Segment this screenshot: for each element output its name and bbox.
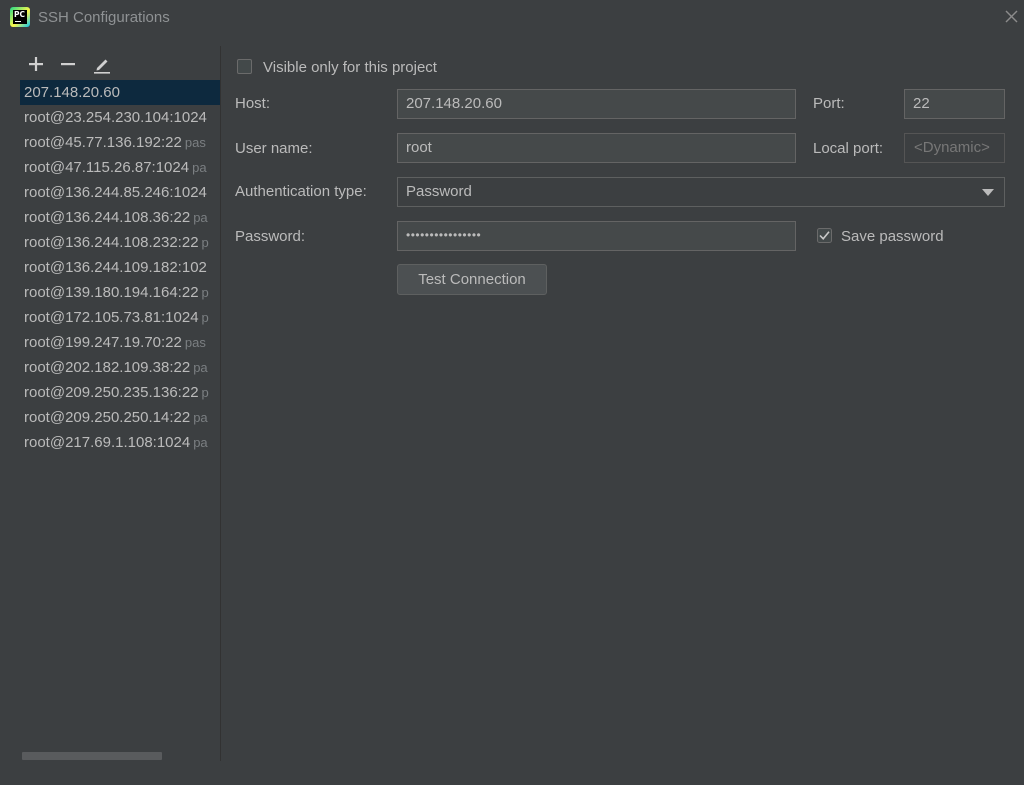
connection-subtext: p [201, 235, 209, 250]
username-label: User name: [235, 140, 313, 157]
auth-type-select[interactable]: Password [397, 177, 1005, 207]
local-port-label: Local port: [813, 140, 884, 157]
connection-subtext: pas [184, 335, 206, 350]
pencil-icon[interactable] [92, 54, 112, 74]
connection-subtext: p [201, 310, 209, 325]
connections-list: 207.148.20.60 root@23.254.230.104:1024 roo… [20, 80, 220, 760]
panel-divider [220, 46, 221, 761]
connection-subtext: pa [193, 435, 208, 450]
test-connection-button[interactable]: Test Connection [397, 264, 547, 295]
password-label: Password: [235, 228, 306, 245]
host-label: Host: [235, 95, 271, 112]
port-label: Port: [813, 95, 845, 112]
host-input[interactable]: 207.148.20.60 [397, 89, 796, 119]
connection-list-item[interactable]: root@172.105.73.81:1024 p [20, 305, 220, 330]
auth-type-value: Password [406, 183, 472, 200]
connection-list-item[interactable]: root@209.250.235.136:22 p [20, 380, 220, 405]
connection-list-item[interactable]: root@202.182.109.38:22 pa [20, 355, 220, 380]
connection-list-item[interactable]: root@136.244.108.232:22 p [20, 230, 220, 255]
connection-list-item[interactable]: root@45.77.136.192:22 pas [20, 130, 220, 155]
connection-name: root@199.247.19.70:22 [24, 334, 182, 351]
connection-list-item[interactable]: root@139.180.194.164:22 p [20, 280, 220, 305]
connection-list-item[interactable]: root@136.244.85.246:1024 [20, 180, 220, 205]
ssh-configurations-dialog: PC SSH Configurations 207.148.20.60 root@… [0, 0, 1024, 785]
connection-name: root@139.180.194.164:22 [24, 284, 199, 301]
plus-icon[interactable] [26, 54, 46, 74]
connection-name: root@136.244.108.232:22 [24, 234, 199, 251]
connection-list-item[interactable]: root@136.244.108.36:22 pa [20, 205, 220, 230]
port-input[interactable]: 22 [904, 89, 1005, 119]
connection-name: root@217.69.1.108:1024 [24, 434, 191, 451]
connection-name: root@209.250.250.14:22 [24, 409, 191, 426]
save-password-label: Save password [841, 228, 944, 245]
connection-subtext: pa [193, 360, 208, 375]
title-bar: PC SSH Configurations [0, 0, 1024, 36]
connection-name: root@172.105.73.81:1024 [24, 309, 199, 326]
connection-subtext: pas [184, 135, 206, 150]
connection-list-item[interactable]: 207.148.20.60 [20, 80, 220, 105]
chevron-down-icon [982, 189, 994, 196]
pycharm-logo-icon: PC [10, 7, 30, 27]
close-icon[interactable] [1000, 6, 1022, 28]
connection-name: root@45.77.136.192:22 [24, 134, 182, 151]
save-password-checkbox[interactable] [817, 228, 832, 243]
window-title: SSH Configurations [38, 9, 170, 26]
connection-list-item[interactable]: root@217.69.1.108:1024 pa [20, 430, 220, 455]
connection-subtext: p [201, 285, 209, 300]
minus-icon[interactable] [58, 54, 78, 74]
connections-panel: 207.148.20.60 root@23.254.230.104:1024 roo… [0, 46, 220, 785]
connection-name: root@202.182.109.38:22 [24, 359, 191, 376]
horizontal-scrollbar[interactable] [22, 752, 162, 760]
connection-list-item[interactable]: root@23.254.230.104:1024 [20, 105, 220, 130]
connection-name: root@47.115.26.87:1024 [24, 159, 190, 176]
auth-type-label: Authentication type: [235, 183, 367, 200]
connection-name: root@209.250.235.136:22 [24, 384, 199, 401]
connection-subtext: pa [192, 160, 207, 175]
connection-list-item[interactable]: root@209.250.250.14:22 pa [20, 405, 220, 430]
password-mask: •••••••••••••••• [406, 228, 482, 242]
connection-list-item[interactable]: root@47.115.26.87:1024 pa [20, 155, 220, 180]
connection-name: root@136.244.108.36:22 [24, 209, 191, 226]
username-input[interactable]: root [397, 133, 796, 163]
password-input[interactable]: •••••••••••••••• [397, 221, 796, 251]
connection-name: root@136.244.109.182:102 [24, 259, 207, 276]
connection-name: root@23.254.230.104:1024 [24, 109, 207, 126]
connection-subtext: pa [193, 410, 208, 425]
connection-name: root@136.244.85.246:1024 [24, 184, 207, 201]
connection-name: 207.148.20.60 [24, 84, 120, 101]
local-port-input[interactable]: <Dynamic> [904, 133, 1005, 163]
visible-only-label: Visible only for this project [263, 59, 437, 76]
app-logo-text: PC [13, 10, 27, 24]
connection-list-item[interactable]: root@136.244.109.182:102 [20, 255, 220, 280]
visible-only-checkbox[interactable] [237, 59, 252, 74]
connection-subtext: p [201, 385, 209, 400]
connection-list-item[interactable]: root@199.247.19.70:22 pas [20, 330, 220, 355]
connection-subtext: pa [193, 210, 208, 225]
